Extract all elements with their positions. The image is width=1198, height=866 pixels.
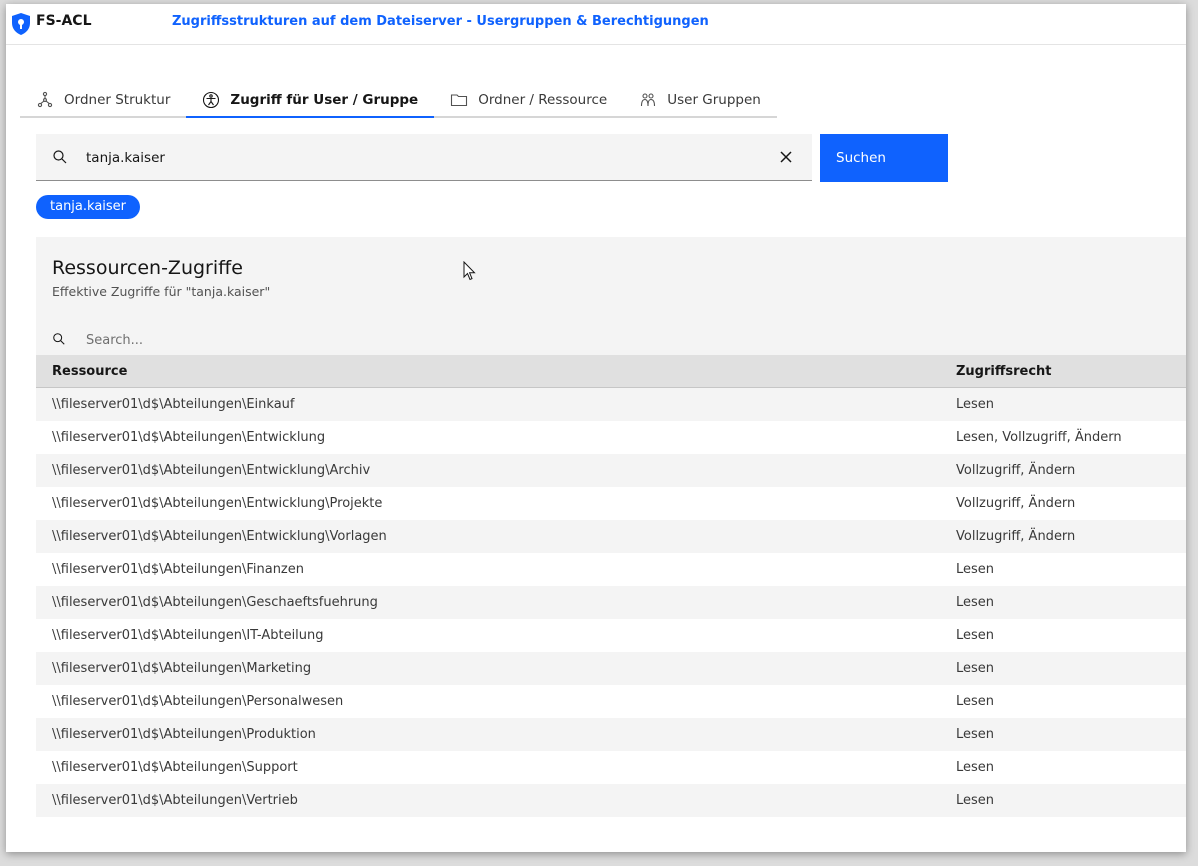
cell-zugriffsrecht: Lesen	[940, 718, 1186, 751]
search-icon	[53, 333, 65, 345]
tab-label: Ordner / Ressource	[478, 92, 608, 108]
tab-ordner-struktur[interactable]: Ordner Struktur	[20, 84, 187, 118]
cell-zugriffsrecht: Vollzugriff, Ändern	[940, 520, 1186, 553]
user-group-icon	[641, 93, 656, 107]
folder-icon	[451, 94, 468, 107]
column-header-ressource[interactable]: Ressource	[36, 355, 940, 388]
app-name: FS-ACL	[36, 13, 92, 29]
cell-zugriffsrecht: Vollzugriff, Ändern	[940, 454, 1186, 487]
cell-ressource: \\fileserver01\d$\Abteilungen\IT-Abteilu…	[36, 619, 940, 652]
cell-ressource: \\fileserver01\d$\Abteilungen\Finanzen	[36, 553, 940, 586]
table-row[interactable]: \\fileserver01\d$\Abteilungen\Personalwe…	[36, 685, 1186, 718]
cell-ressource: \\fileserver01\d$\Abteilungen\Entwicklun…	[36, 487, 940, 520]
cell-ressource: \\fileserver01\d$\Abteilungen\Vertrieb	[36, 784, 940, 817]
search-input[interactable]	[84, 134, 768, 182]
search-button[interactable]: Suchen	[820, 134, 948, 182]
panel-title: Ressourcen-Zugriffe	[52, 257, 243, 279]
table-row[interactable]: \\fileserver01\d$\Abteilungen\Einkauf Les…	[36, 387, 1186, 421]
cell-ressource: \\fileserver01\d$\Abteilungen\Geschaefts…	[36, 586, 940, 619]
tree-icon	[37, 91, 53, 108]
tab-zugriff-user-gruppe[interactable]: Zugriff für User / Gruppe	[186, 84, 435, 118]
resource-access-panel: Ressourcen-Zugriffe Effektive Zugriffe f…	[36, 237, 1186, 817]
cell-ressource: \\fileserver01\d$\Abteilungen\Personalwe…	[36, 685, 940, 718]
cell-ressource: \\fileserver01\d$\Abteilungen\Entwicklun…	[36, 454, 940, 487]
cell-zugriffsrecht: Lesen	[940, 784, 1186, 817]
tab-label: Ordner Struktur	[64, 92, 171, 108]
table-search	[36, 325, 1186, 355]
table-row[interactable]: \\fileserver01\d$\Abteilungen\Entwicklun…	[36, 421, 1186, 454]
cell-zugriffsrecht: Lesen	[940, 619, 1186, 652]
table-row[interactable]: \\fileserver01\d$\Abteilungen\Marketing L…	[36, 652, 1186, 685]
cell-zugriffsrecht: Lesen	[940, 586, 1186, 619]
cell-ressource: \\fileserver01\d$\Abteilungen\Entwicklun…	[36, 520, 940, 553]
selected-user-tag[interactable]: tanja.kaiser	[36, 195, 141, 219]
table-row[interactable]: \\fileserver01\d$\Abteilungen\Finanzen Le…	[36, 553, 1186, 586]
tab-bar: Ordner Struktur Zugriff für User / Grupp…	[20, 84, 777, 118]
accessibility-icon	[203, 91, 220, 109]
panel-subtitle: Effektive Zugriffe für "tanja.kaiser"	[52, 284, 271, 299]
mouse-cursor-icon	[463, 261, 476, 281]
app-subtitle: Zugriffsstrukturen auf dem Dateiserver -…	[172, 14, 709, 29]
table-row[interactable]: \\fileserver01\d$\Abteilungen\Entwicklun…	[36, 487, 1186, 520]
tab-ordner-ressource[interactable]: Ordner / Ressource	[434, 84, 624, 118]
cell-zugriffsrecht: Lesen	[940, 685, 1186, 718]
close-icon[interactable]	[778, 149, 794, 165]
cell-zugriffsrecht: Lesen	[940, 387, 1186, 421]
search-icon	[53, 150, 67, 164]
user-search	[36, 134, 812, 182]
access-table: Ressource Zugriffsrecht \\fileserver01\d…	[36, 355, 1186, 817]
table-row[interactable]: \\fileserver01\d$\Abteilungen\Vertrieb Le…	[36, 784, 1186, 817]
tab-label: User Gruppen	[667, 92, 761, 108]
table-row[interactable]: \\fileserver01\d$\Abteilungen\Entwicklun…	[36, 520, 1186, 553]
top-bar: FS-ACL Zugriffsstrukturen auf dem Dateis…	[6, 4, 1186, 45]
app-window: FS-ACL Zugriffsstrukturen auf dem Dateis…	[6, 4, 1186, 852]
table-header-row: Ressource Zugriffsrecht	[36, 355, 1186, 388]
cell-zugriffsrecht: Lesen, Vollzugriff, Ändern	[940, 421, 1186, 454]
table-row[interactable]: \\fileserver01\d$\Abteilungen\Support Les…	[36, 751, 1186, 784]
cell-zugriffsrecht: Lesen	[940, 553, 1186, 586]
cell-zugriffsrecht: Vollzugriff, Ändern	[940, 487, 1186, 520]
tab-user-gruppen[interactable]: User Gruppen	[623, 84, 777, 118]
column-header-zugriffsrecht[interactable]: Zugriffsrecht	[940, 355, 1186, 388]
table-row[interactable]: \\fileserver01\d$\Abteilungen\Produktion…	[36, 718, 1186, 751]
cell-zugriffsrecht: Lesen	[940, 751, 1186, 784]
cell-ressource: \\fileserver01\d$\Abteilungen\Einkauf	[36, 387, 940, 421]
table-search-input[interactable]	[84, 325, 688, 355]
table-row[interactable]: \\fileserver01\d$\Abteilungen\Geschaefts…	[36, 586, 1186, 619]
cell-ressource: \\fileserver01\d$\Abteilungen\Entwicklun…	[36, 421, 940, 454]
cell-ressource: \\fileserver01\d$\Abteilungen\Marketing	[36, 652, 940, 685]
cell-ressource: \\fileserver01\d$\Abteilungen\Support	[36, 751, 940, 784]
table-row[interactable]: \\fileserver01\d$\Abteilungen\Entwicklun…	[36, 454, 1186, 487]
cell-zugriffsrecht: Lesen	[940, 652, 1186, 685]
table-row[interactable]: \\fileserver01\d$\Abteilungen\IT-Abteilu…	[36, 619, 1186, 652]
tab-label: Zugriff für User / Gruppe	[230, 92, 419, 108]
shield-logo-icon	[12, 13, 30, 35]
cell-ressource: \\fileserver01\d$\Abteilungen\Produktion	[36, 718, 940, 751]
